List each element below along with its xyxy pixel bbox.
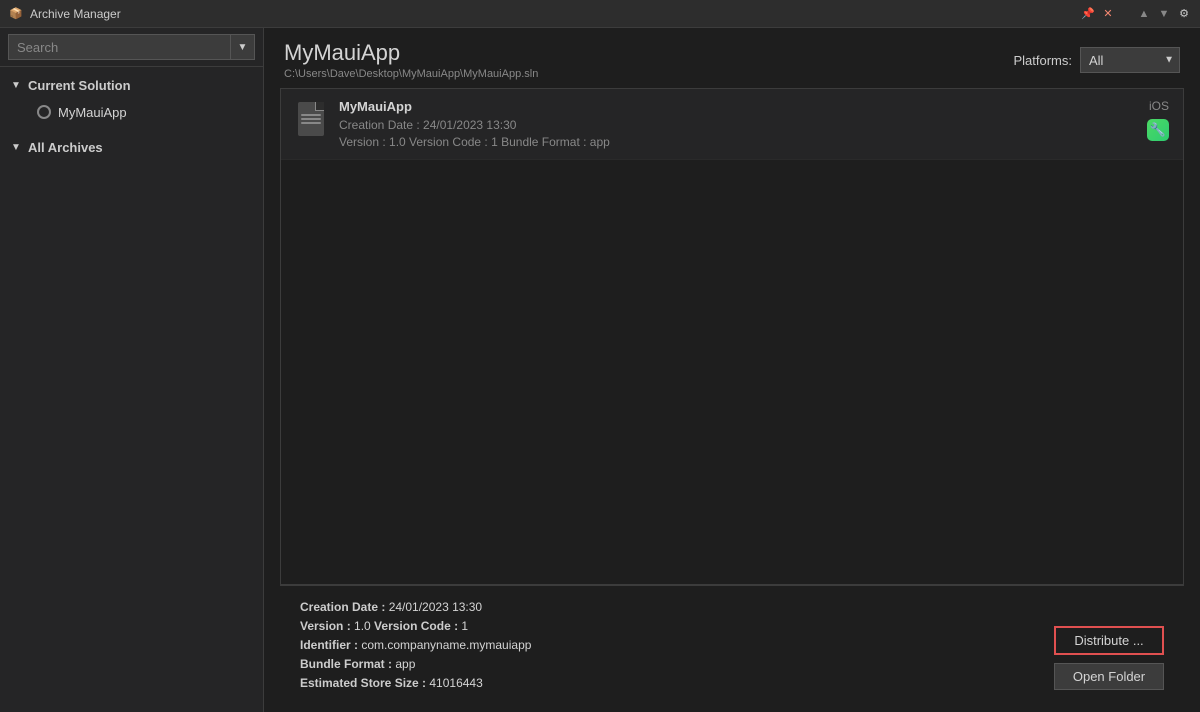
details-estimated-store-size: Estimated Store Size : 41016443 [300, 676, 531, 690]
archive-item-info: MyMauiApp Creation Date : 24/01/2023 13:… [339, 99, 1147, 149]
estimated-store-size-value: 41016443 [429, 676, 482, 690]
current-solution-label: Current Solution [28, 78, 131, 93]
all-archives-label: All Archives [28, 140, 103, 155]
scroll-down-icon[interactable]: ▼ [1156, 6, 1172, 22]
current-solution-section: ▼ Current Solution MyMauiApp [0, 67, 263, 129]
close-button[interactable]: ✕ [1100, 6, 1116, 22]
current-solution-arrow: ▼ [8, 77, 24, 93]
sidebar: ▼ ▼ Current Solution MyMauiApp ▼ All Arc… [0, 28, 264, 712]
details-panel: Creation Date : 24/01/2023 13:30 Version… [280, 585, 1184, 704]
scroll-up-icon[interactable]: ▲ [1136, 6, 1152, 22]
version-code-value: 1 [461, 619, 468, 633]
bundle-format-label: Bundle Format : [300, 657, 395, 671]
creation-date-value: 24/01/2023 13:30 [389, 600, 482, 614]
all-archives-arrow: ▼ [8, 139, 24, 155]
details-fields: Creation Date : 24/01/2023 13:30 Version… [300, 600, 531, 690]
identifier-label: Identifier : [300, 638, 361, 652]
open-folder-button[interactable]: Open Folder [1054, 663, 1164, 690]
platforms-select[interactable]: All iOS Android [1080, 47, 1180, 73]
pin-button[interactable]: 📌 [1080, 6, 1096, 22]
platform-label: iOS [1149, 99, 1169, 113]
content-header: MyMauiApp C:\Users\Dave\Desktop\MyMauiAp… [264, 28, 1200, 88]
archive-item-platform: iOS 🔧 [1147, 99, 1169, 141]
settings-icon[interactable]: ⚙ [1176, 6, 1192, 22]
main-layout: ▼ ▼ Current Solution MyMauiApp ▼ All Arc… [0, 28, 1200, 712]
details-bundle-format: Bundle Format : app [300, 657, 531, 671]
details-actions: Distribute ... Open Folder [1054, 626, 1164, 690]
sidebar-item-mymauiapp[interactable]: MyMauiApp [0, 99, 263, 125]
archive-item-doc-icon [295, 99, 327, 139]
content-area: MyMauiApp C:\Users\Dave\Desktop\MyMauiAp… [264, 28, 1200, 712]
current-solution-header[interactable]: ▼ Current Solution [0, 71, 263, 99]
mymauiapp-icon [36, 104, 52, 120]
details-identifier: Identifier : com.companyname.mymauiapp [300, 638, 531, 652]
search-input[interactable] [8, 34, 231, 60]
search-box: ▼ [0, 28, 263, 67]
title-bar-text: Archive Manager [30, 7, 1080, 21]
all-archives-header[interactable]: ▼ All Archives [0, 133, 263, 161]
details-version: Version : 1.0 Version Code : 1 [300, 619, 531, 633]
content-title-block: MyMauiApp C:\Users\Dave\Desktop\MyMauiAp… [284, 40, 538, 80]
creation-date-label: Creation Date : [300, 600, 389, 614]
distribute-button[interactable]: Distribute ... [1054, 626, 1164, 655]
page-title: MyMauiApp [284, 40, 538, 66]
estimated-store-size-label: Estimated Store Size : [300, 676, 429, 690]
mymauiapp-label: MyMauiApp [58, 105, 127, 120]
platforms-label: Platforms: [1013, 53, 1072, 68]
title-bar-controls: 📌 ✕ ▲ ▼ ⚙ [1080, 6, 1192, 22]
app-icon: 📦 [8, 6, 24, 22]
ios-platform-icon: 🔧 [1147, 119, 1169, 141]
archive-list-panel[interactable]: MyMauiApp Creation Date : 24/01/2023 13:… [280, 88, 1184, 585]
details-creation-date: Creation Date : 24/01/2023 13:30 [300, 600, 531, 614]
search-dropdown-button[interactable]: ▼ [231, 34, 255, 60]
identifier-value: com.companyname.mymauiapp [361, 638, 531, 652]
bundle-format-value: app [395, 657, 415, 671]
archive-item[interactable]: MyMauiApp Creation Date : 24/01/2023 13:… [281, 89, 1183, 160]
archive-item-date: Creation Date : 24/01/2023 13:30 [339, 118, 1147, 132]
version-code-label: Version Code : [371, 619, 462, 633]
platforms-control: Platforms: All iOS Android ▼ [1013, 47, 1180, 73]
platforms-select-wrapper: All iOS Android ▼ [1080, 47, 1180, 73]
content-path: C:\Users\Dave\Desktop\MyMauiApp\MyMauiAp… [284, 68, 538, 80]
version-label: Version : [300, 619, 354, 633]
archive-item-name: MyMauiApp [339, 99, 1147, 114]
version-value: 1.0 [354, 619, 371, 633]
all-archives-section: ▼ All Archives [0, 129, 263, 165]
title-bar: 📦 Archive Manager 📌 ✕ ▲ ▼ ⚙ [0, 0, 1200, 28]
archive-item-meta: Version : 1.0 Version Code : 1 Bundle Fo… [339, 135, 1147, 149]
